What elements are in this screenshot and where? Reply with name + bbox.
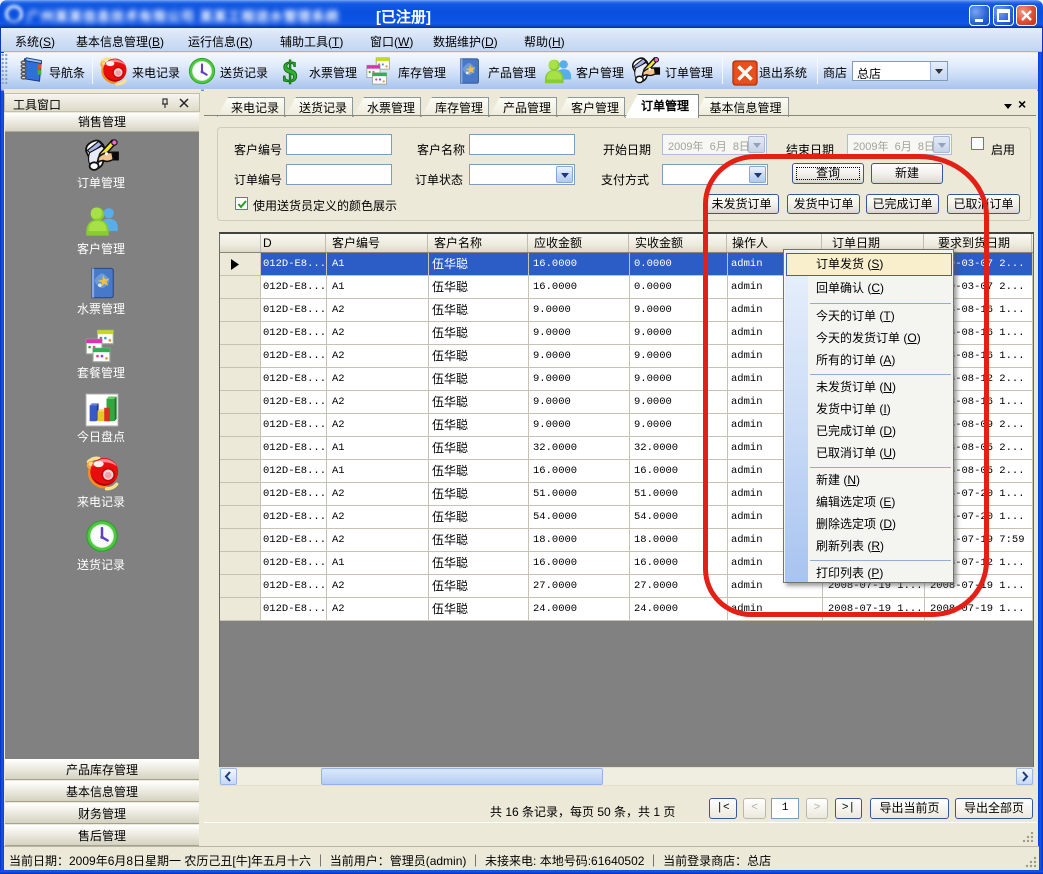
svg-text:$: $	[283, 55, 298, 85]
